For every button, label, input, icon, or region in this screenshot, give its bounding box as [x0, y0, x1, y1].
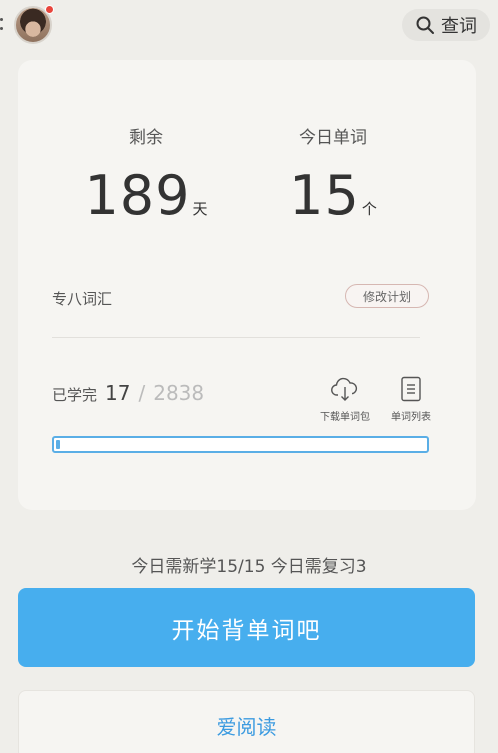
today-words-value: 15: [289, 164, 360, 227]
more-menu-icon[interactable]: [0, 18, 4, 30]
total-count: 2838: [153, 381, 205, 405]
plan-card: 剩余 189 天 今日单词 15 个 专八词汇 修改计划 已学完 17 / 28…: [18, 60, 476, 510]
edit-plan-button[interactable]: 修改计划: [345, 284, 429, 308]
today-words-unit: 个: [361, 200, 377, 218]
notification-dot: [45, 5, 54, 14]
download-words-button[interactable]: 下载单词包: [315, 376, 375, 423]
learning-progress-bar: [52, 436, 429, 453]
learned-count: 17: [105, 381, 131, 405]
remaining-caption: 剩余: [129, 128, 163, 148]
search-button-label: 查词: [441, 16, 477, 37]
word-list-icon: [401, 376, 421, 402]
avatar[interactable]: [14, 5, 54, 44]
word-list-label: 单词列表: [391, 412, 431, 423]
word-list-button[interactable]: 单词列表: [381, 376, 441, 423]
word-book-name: 专八词汇: [52, 290, 113, 308]
progress-fill: [56, 440, 60, 449]
today-task-summary: 今日需新学15/15 今日需复习3: [131, 557, 367, 577]
love-reading-button[interactable]: 爱阅读: [18, 690, 475, 753]
today-words-caption: 今日单词: [299, 128, 367, 148]
remaining-days-unit: 天: [192, 200, 208, 218]
remaining-days-value: 189: [84, 164, 191, 227]
start-memorizing-button[interactable]: 开始背单词吧: [18, 588, 475, 667]
search-icon: [416, 16, 434, 34]
learned-label: 已学完: [52, 386, 98, 404]
download-words-label: 下载单词包: [320, 412, 370, 423]
search-button[interactable]: 查词: [402, 9, 490, 41]
divider: [52, 337, 420, 338]
learned-separator: /: [138, 381, 146, 405]
learned-progress-text: 已学完 17 / 2838: [52, 381, 204, 405]
cloud-download-icon: [331, 377, 358, 401]
